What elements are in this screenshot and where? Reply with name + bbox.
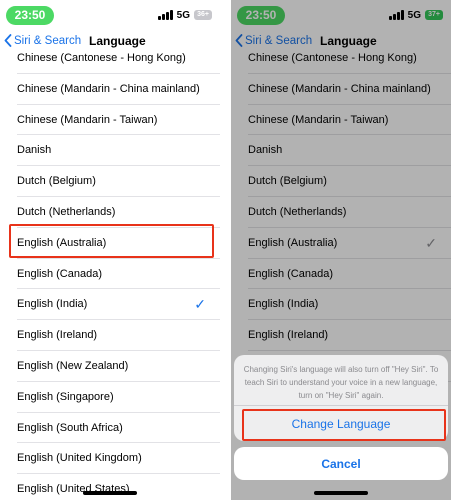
language-label: Chinese (Mandarin - Taiwan) — [17, 113, 158, 126]
language-label: Dutch (Netherlands) — [17, 205, 116, 218]
language-label: English (Ireland) — [17, 329, 98, 342]
language-row[interactable]: English (New Zealand) — [0, 351, 220, 382]
language-label: Danish — [17, 144, 52, 157]
language-row[interactable]: Chinese (Mandarin - Taiwan) — [0, 105, 220, 136]
language-label: Chinese (Cantonese - Hong Kong) — [17, 52, 186, 64]
annotation-highlight-box — [242, 409, 446, 441]
checkmark-icon: ✓ — [194, 296, 206, 313]
language-screen-left: 23:50 5G 36+ Siri & Search Language Chin… — [0, 0, 220, 500]
status-indicators: 5G 36+ — [157, 9, 212, 21]
home-indicator — [83, 491, 137, 495]
language-label: Dutch (Belgium) — [17, 175, 96, 188]
language-list: Chinese (Cantonese - Hong Kong) Chinese (… — [0, 43, 220, 500]
language-row[interactable]: English (United States) — [0, 474, 220, 500]
home-indicator — [314, 491, 368, 495]
annotation-highlight-box — [9, 224, 214, 258]
language-label: English (South Africa) — [17, 421, 123, 434]
language-label: English (Singapore) — [17, 390, 114, 403]
language-row[interactable]: English (United Kingdom) — [0, 443, 220, 474]
language-label: English (Canada) — [17, 267, 102, 280]
status-time: 23:50 — [6, 6, 54, 25]
language-row[interactable]: English (Singapore) — [0, 382, 220, 413]
signal-icon — [157, 10, 173, 20]
language-label: Chinese (Mandarin - China mainland) — [17, 82, 200, 95]
language-label: English (New Zealand) — [17, 359, 129, 372]
language-screen-right: 23:50 5G 37+ Siri & Search Language Chin… — [231, 0, 451, 500]
status-bar: 23:50 5G 36+ — [0, 0, 220, 30]
network-type: 5G — [176, 9, 190, 21]
battery-icon: 36+ — [194, 10, 212, 20]
language-row[interactable]: Danish — [0, 135, 220, 166]
language-row[interactable]: English (Ireland) — [0, 320, 220, 351]
sheet-message: Changing Siri's language will also turn … — [243, 365, 439, 400]
language-row[interactable]: English (Canada) — [0, 259, 220, 290]
language-row[interactable]: English (South Africa) — [0, 413, 220, 444]
divider — [220, 0, 231, 500]
language-label: English (United Kingdom) — [17, 452, 142, 465]
language-row[interactable]: Dutch (Belgium) — [0, 166, 220, 197]
language-row[interactable]: English (India) ✓ — [0, 289, 220, 320]
language-row[interactable]: Chinese (Cantonese - Hong Kong) — [0, 43, 220, 74]
language-row[interactable]: Chinese (Mandarin - China mainland) — [0, 74, 220, 105]
language-label: English (India) — [17, 298, 88, 311]
cancel-button[interactable]: Cancel — [234, 447, 448, 480]
